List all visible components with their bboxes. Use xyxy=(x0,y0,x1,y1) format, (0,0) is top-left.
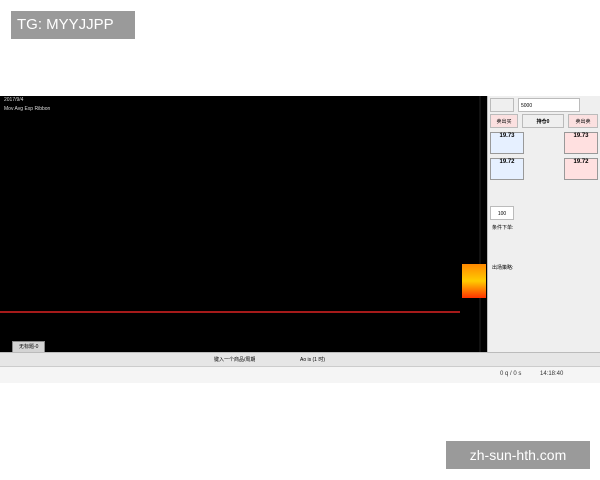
ask2-box[interactable]: 19.72 xyxy=(564,158,598,180)
status-time: 14:18:40 xyxy=(540,371,564,377)
period-field[interactable]: Ao is (1 时) xyxy=(300,356,325,363)
price-chart[interactable]: 2017/9/4 Mov Avg Exp Ribbon xyxy=(0,96,487,352)
chart-svg xyxy=(0,96,481,352)
buy-button[interactable]: 卖出卖 xyxy=(568,114,598,128)
price-highlight xyxy=(462,264,486,298)
ask-box[interactable]: 19.73 xyxy=(564,132,598,154)
chart-legend-line: Mov Avg Exp Ribbon xyxy=(4,106,51,112)
cond-order-label: 条件下单: xyxy=(492,225,514,231)
chart-info-line: 2017/9/4 xyxy=(4,97,24,103)
bid-box[interactable]: 19.73 xyxy=(490,132,524,154)
order-panel: 5000 卖出买 持仓0 卖出卖 19.73 19.73 19.72 19.72… xyxy=(487,96,600,352)
symbol-toggle[interactable] xyxy=(490,98,514,112)
sell-button[interactable]: 卖出买 xyxy=(490,114,518,128)
qty-input[interactable]: 100 xyxy=(490,206,514,220)
watermark-top: TG: MYYJJPP xyxy=(11,11,135,39)
symbol-select[interactable]: 5000 xyxy=(518,98,580,112)
trading-app: 2017/9/4 Mov Avg Exp Ribbon 无标题-0 5000 卖… xyxy=(0,96,600,383)
watermark-bottom: zh-sun-hth.com xyxy=(446,441,590,469)
symbol-field[interactable]: 键入一个商品/周期 xyxy=(214,356,255,363)
x-axis xyxy=(0,322,487,334)
drawing-toolbar: 键入一个商品/周期 Ao is (1 时) xyxy=(0,352,600,367)
exit-strategy-label: 出场策略: xyxy=(492,265,514,271)
status-bar: 0 q / 0 s 14:18:40 xyxy=(0,366,600,383)
position-label: 持仓0 xyxy=(522,114,564,128)
bid2-box[interactable]: 19.72 xyxy=(490,158,524,180)
status-counter: 0 q / 0 s xyxy=(500,371,522,377)
